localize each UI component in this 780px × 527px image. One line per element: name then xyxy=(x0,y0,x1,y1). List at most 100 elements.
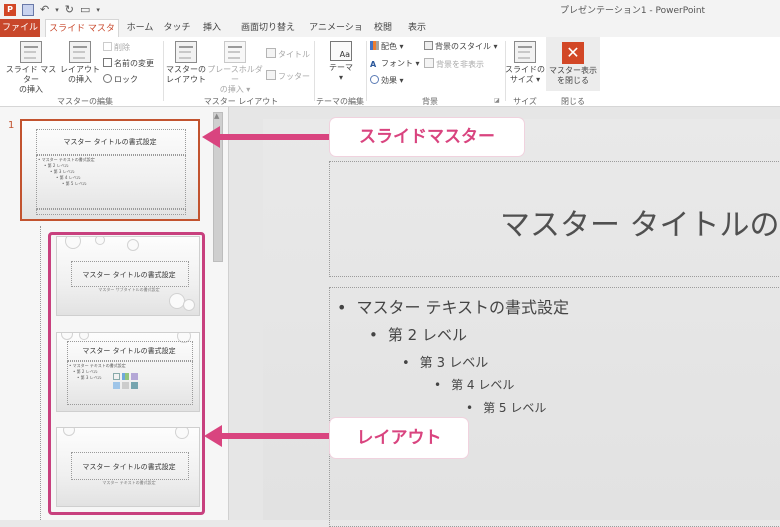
footer-checkbox-box[interactable] xyxy=(266,70,276,80)
save-icon[interactable] xyxy=(22,3,34,16)
body-level-1[interactable]: • マスター テキストの書式設定 xyxy=(337,294,569,318)
ribbon-tabs: ファイル スライド マスター ホーム タッチ 挿入 画面切り替え アニメーション… xyxy=(0,19,780,52)
hide-background-checkbox[interactable]: 背景を非表示 xyxy=(424,58,484,70)
hide-background-checkbox-box[interactable] xyxy=(424,58,434,68)
rename-label: 名前の変更 xyxy=(114,59,154,68)
insert-layout-icon xyxy=(69,41,91,63)
close-master-view-button[interactable]: ✕ マスター表示 を閉じる xyxy=(546,37,600,91)
tab-view[interactable]: 表示 xyxy=(404,19,430,37)
rename-button[interactable]: 名前の変更 xyxy=(103,58,154,69)
body-level-4[interactable]: • 第 4 レベル xyxy=(434,376,514,393)
insert-placeholder-button[interactable]: プレースホルダー の挿入 ▾ xyxy=(207,41,263,95)
body-level-5[interactable]: • 第 5 レベル xyxy=(466,399,546,416)
bullet-icon: • xyxy=(369,326,378,344)
themes-label: テーマ xyxy=(329,63,353,72)
slideshow-icon[interactable]: ▭ xyxy=(80,3,90,16)
master-layout-button[interactable]: マスターの レイアウト xyxy=(165,41,207,85)
master-layout-label-1: マスターの xyxy=(166,65,206,74)
body-level-1-text: マスター テキストの書式設定 xyxy=(356,298,570,317)
effects-icon xyxy=(370,75,379,84)
tab-slide-master[interactable]: スライド マスター xyxy=(45,19,119,52)
callout-slide-master: スライドマスター xyxy=(330,118,524,156)
group-label-master-layout: マスター レイアウト xyxy=(203,97,279,106)
tab-home[interactable]: ホーム xyxy=(124,19,156,37)
ribbon: スライド マスター の挿入 レイアウト の挿入 削除 名前の変更 ロック マスタ… xyxy=(0,37,780,107)
tab-file[interactable]: ファイル xyxy=(0,19,40,37)
effects-label: 効果 ▾ xyxy=(381,76,404,85)
effects-button[interactable]: 効果 ▾ xyxy=(370,75,404,86)
close-master-label-1: マスター表示 xyxy=(549,66,597,75)
bullet-icon: • xyxy=(466,401,474,415)
online-picture-icon xyxy=(122,382,129,389)
bubble-decoration xyxy=(127,239,139,251)
customize-qat-icon[interactable]: ▾ xyxy=(96,4,100,16)
tab-transitions[interactable]: 画面切り替え xyxy=(236,19,300,37)
insert-placeholder-label-1: プレースホルダー xyxy=(207,65,263,84)
callout-layout: レイアウト xyxy=(330,418,468,458)
insert-slide-master-label-2: の挿入 xyxy=(19,85,43,94)
bubble-decoration xyxy=(183,299,195,311)
tab-insert[interactable]: 挿入 xyxy=(198,19,226,37)
body-level-2-text: 第 2 レベル xyxy=(387,326,467,344)
layout-thumbnail-title-slide[interactable]: マスター タイトルの書式設定 マスター サブタイトルの書式設定 xyxy=(56,236,200,316)
background-styles-button[interactable]: 背景のスタイル ▾ xyxy=(424,41,498,52)
layout-connector-line xyxy=(40,226,41,520)
insert-layout-button[interactable]: レイアウト の挿入 xyxy=(60,41,100,85)
master-body-placeholder[interactable] xyxy=(329,287,780,527)
thumbnail-title: マスター タイトルの書式設定 xyxy=(82,463,176,471)
insert-slide-master-button[interactable]: スライド マスター の挿入 xyxy=(2,41,60,95)
window-title: プレゼンテーション1 - PowerPoint xyxy=(560,6,706,16)
video-icon xyxy=(131,382,138,389)
close-master-label: マスター表示 を閉じる xyxy=(546,66,600,86)
insert-slide-master-icon xyxy=(20,41,42,63)
preserve-button[interactable]: ロック xyxy=(103,74,138,85)
table-icon xyxy=(113,373,120,380)
tab-touch[interactable]: タッチ xyxy=(163,19,191,37)
fonts-button[interactable]: A フォント ▾ xyxy=(370,58,420,69)
body-level-2[interactable]: • 第 2 レベル xyxy=(369,324,467,345)
chart-icon xyxy=(122,373,129,380)
title-checkbox-box[interactable] xyxy=(266,48,276,58)
close-master-label-2: を閉じる xyxy=(557,76,589,85)
delete-button[interactable]: 削除 xyxy=(103,42,130,53)
layout-thumbnail-title-content[interactable]: マスター タイトルの書式設定 • マスター テキストの書式設定 • 第 2 レベ… xyxy=(56,332,200,412)
undo-dropdown-icon[interactable]: ▾ xyxy=(55,4,59,16)
preserve-label: ロック xyxy=(114,75,138,84)
picture-icon xyxy=(113,382,120,389)
close-icon: ✕ xyxy=(562,42,584,64)
thumbnail-subtitle: マスター テキストの書式設定 xyxy=(102,480,156,485)
hide-background-label: 背景を非表示 xyxy=(436,60,484,69)
group-separator xyxy=(163,41,164,101)
footer-checkbox[interactable]: フッター xyxy=(266,70,310,82)
delete-icon xyxy=(103,42,112,51)
powerpoint-app-icon[interactable]: P xyxy=(4,3,16,16)
group-separator xyxy=(366,41,367,101)
title-checkbox-label: タイトル xyxy=(278,50,310,59)
group-label-edit-theme: テーマの編集 xyxy=(316,97,364,106)
tab-animations[interactable]: アニメーション xyxy=(306,19,366,51)
thumbnail-text-line: • 第 3 レベル xyxy=(77,375,102,380)
quick-access-toolbar: P ↶ ▾ ↻ ▭ ▾ xyxy=(4,2,100,17)
title-checkbox[interactable]: タイトル xyxy=(266,48,310,60)
group-label-size: サイズ xyxy=(513,97,537,106)
group-label-close: 閉じる xyxy=(561,97,585,106)
master-layout-label-2: レイアウト xyxy=(166,75,206,84)
redo-icon[interactable]: ↻ xyxy=(65,3,74,16)
undo-icon[interactable]: ↶ xyxy=(40,3,49,16)
themes-button[interactable]: テーマ ▾ xyxy=(324,41,358,83)
dialog-launcher-icon[interactable]: ◪ xyxy=(494,95,500,106)
background-styles-label: 背景のスタイル ▾ xyxy=(435,42,498,51)
bullet-icon: • xyxy=(434,378,442,392)
footer-checkbox-label: フッター xyxy=(278,72,310,81)
colors-button[interactable]: 配色 ▾ xyxy=(370,41,404,52)
master-title-text[interactable]: マスター タイトルの書式設定 xyxy=(500,200,780,244)
slide-size-button[interactable]: スライドの サイズ ▾ xyxy=(505,41,545,85)
insert-placeholder-icon xyxy=(224,41,246,63)
thumbnail-subtitle: マスター サブタイトルの書式設定 xyxy=(98,287,160,292)
scroll-up-icon[interactable]: ▲ xyxy=(214,112,219,120)
tab-review[interactable]: 校閲 xyxy=(370,19,396,37)
layout-thumbnail-section-header[interactable]: マスター タイトルの書式設定 マスター テキストの書式設定 xyxy=(56,427,200,507)
body-level-3[interactable]: • 第 3 レベル xyxy=(402,352,488,371)
title-bar: P ↶ ▾ ↻ ▭ ▾ プレゼンテーション1 - PowerPoint xyxy=(0,0,780,19)
slide-master-thumbnail[interactable]: マスター タイトルの書式設定 • マスター テキストの書式設定 • 第 2 レベ… xyxy=(20,119,200,221)
